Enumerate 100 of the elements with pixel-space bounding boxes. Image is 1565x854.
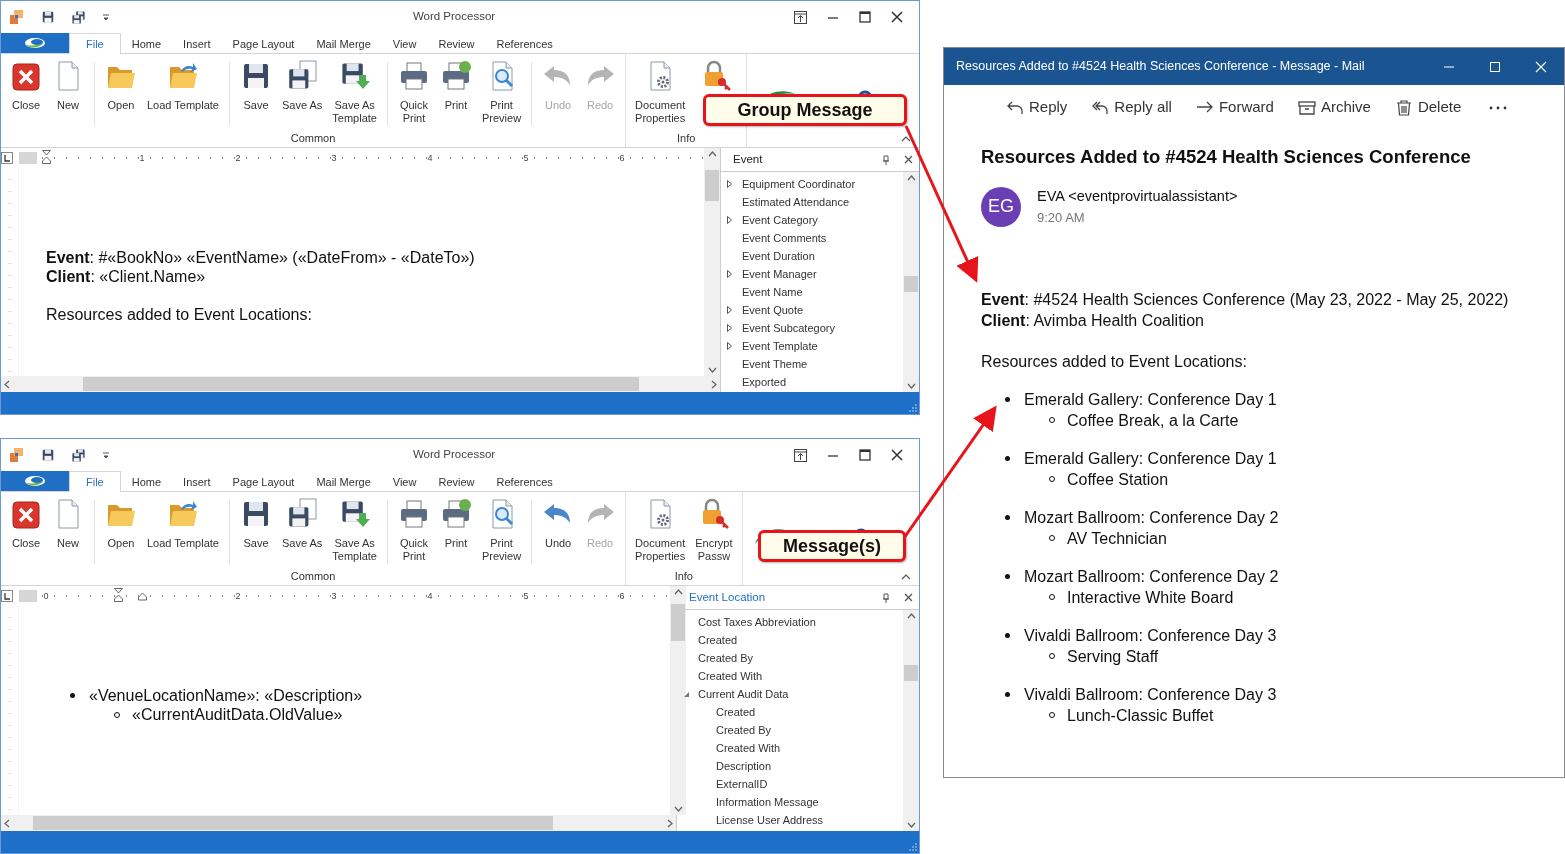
ribbon-tab[interactable]: View <box>381 33 428 53</box>
toolbar-button[interactable]: Reply all <box>1091 96 1172 119</box>
ribbon-tab[interactable]: Review <box>427 471 486 491</box>
toolbar-button[interactable]: Reply <box>1006 96 1068 119</box>
maximize-icon[interactable] <box>859 449 871 461</box>
ribbon-button[interactable]: Encrypt Passw <box>690 498 738 563</box>
ribbon-tab[interactable]: Review <box>427 33 486 53</box>
pin-icon[interactable] <box>882 154 890 165</box>
toolbar-button[interactable]: Delete <box>1394 96 1462 119</box>
collapse-icon[interactable] <box>901 135 911 143</box>
collapse-icon[interactable] <box>901 573 911 581</box>
ribbon-button[interactable]: Open <box>100 60 142 112</box>
field-item[interactable]: Created With <box>716 739 781 757</box>
field-item[interactable]: Event Category <box>742 211 818 229</box>
field-item[interactable]: Event Comments <box>742 229 827 247</box>
ribbon-button[interactable]: Quick Print <box>392 60 435 125</box>
field-item[interactable]: Event Quote <box>742 301 804 319</box>
caret-right-icon[interactable] <box>727 270 732 278</box>
logo-tab[interactable] <box>1 33 69 53</box>
field-item[interactable]: Event Name <box>742 283 803 301</box>
ribbon-display-icon[interactable] <box>794 448 807 462</box>
ribbon-button[interactable]: Quick Print <box>392 498 435 563</box>
ribbon-tab[interactable]: References <box>485 33 564 53</box>
ribbon-tab[interactable]: Page Layout <box>221 33 306 53</box>
field-item[interactable]: Event Duration <box>742 247 815 265</box>
close-icon[interactable] <box>891 11 903 23</box>
ribbon-button[interactable]: New <box>47 60 89 112</box>
field-item[interactable]: Event Template <box>742 337 818 355</box>
app-icon[interactable] <box>9 9 25 25</box>
caret-down-icon[interactable] <box>683 690 690 698</box>
maximize-icon[interactable] <box>859 11 871 23</box>
logo-tab[interactable] <box>1 471 69 491</box>
caret-icon[interactable] <box>102 451 110 459</box>
ribbon-tab[interactable]: Mail Merge <box>305 33 382 53</box>
ribbon-button[interactable]: Save <box>234 60 277 112</box>
ribbon-button[interactable]: Save As Template <box>327 60 382 125</box>
floppy-stack-icon[interactable] <box>71 9 86 25</box>
ribbon-button[interactable]: Print <box>434 60 477 112</box>
close-icon[interactable] <box>904 155 913 164</box>
app-icon[interactable] <box>9 447 25 463</box>
field-item[interactable]: Event Subcategory <box>742 319 835 337</box>
field-item[interactable]: Exported <box>742 373 787 391</box>
field-item[interactable]: Created With <box>698 667 763 685</box>
caret-right-icon[interactable] <box>727 306 732 314</box>
ribbon-tab[interactable]: Home <box>120 33 173 53</box>
floppy-stack-icon[interactable] <box>71 447 86 463</box>
ribbon-button[interactable]: Save As Template <box>327 498 382 563</box>
ribbon-button[interactable]: New <box>47 498 89 550</box>
field-item[interactable]: Description <box>716 757 772 775</box>
field-item[interactable]: Created By <box>698 649 754 667</box>
indent-marker-icon[interactable] <box>42 150 51 164</box>
field-item[interactable]: License User Address <box>716 811 823 829</box>
ribbon-button[interactable]: Save <box>234 498 277 550</box>
caret-right-icon[interactable] <box>727 324 732 332</box>
ribbon-button[interactable]: Open <box>100 498 142 550</box>
ribbon-button[interactable]: Load Template <box>142 60 224 112</box>
field-item[interactable]: Created <box>698 631 738 649</box>
caret-right-icon[interactable] <box>727 342 732 350</box>
ribbon-button[interactable]: Save As <box>276 498 328 550</box>
field-item[interactable]: Information Message <box>716 793 819 811</box>
ribbon-tab[interactable]: File <box>69 471 121 492</box>
caret-icon[interactable] <box>102 13 110 21</box>
ribbon-tab[interactable]: Mail Merge <box>305 471 382 491</box>
ribbon-button[interactable]: Print Preview <box>476 498 527 563</box>
ribbon-button[interactable]: Document Properties <box>630 60 691 125</box>
field-item[interactable]: Estimated Attendance <box>742 193 849 211</box>
field-item[interactable]: Event Theme <box>742 355 808 373</box>
toolbar-button[interactable]: Forward <box>1195 96 1274 119</box>
ribbon-button[interactable]: Load Template <box>142 498 224 550</box>
pin-icon[interactable] <box>882 592 890 603</box>
ribbon-button[interactable]: Close <box>5 60 47 112</box>
field-item[interactable]: Cost Taxes Abbreviation <box>698 613 816 631</box>
ribbon-tab[interactable]: File <box>69 33 121 54</box>
save-icon[interactable] <box>41 448 55 462</box>
save-icon[interactable] <box>41 10 55 24</box>
field-item[interactable]: Created By <box>716 721 772 739</box>
close-icon[interactable] <box>904 593 913 602</box>
ribbon-tab[interactable]: References <box>485 471 564 491</box>
caret-right-icon[interactable] <box>727 180 732 188</box>
field-item[interactable]: Event Manager <box>742 265 817 283</box>
caret-right-icon[interactable] <box>727 216 732 224</box>
ribbon-button[interactable]: Close <box>5 498 47 550</box>
ribbon-button[interactable]: Document Properties <box>630 498 691 563</box>
field-item[interactable]: ExternalID <box>716 775 768 793</box>
ribbon-tab[interactable]: View <box>381 471 428 491</box>
ribbon-button[interactable]: Print <box>434 498 477 550</box>
ribbon-button[interactable]: Save As <box>276 60 328 112</box>
toolbar-button[interactable]: Archive <box>1297 96 1371 119</box>
field-item[interactable]: Current Audit Data <box>698 685 789 703</box>
field-item[interactable]: Created <box>716 703 756 721</box>
ribbon-tab[interactable]: Home <box>120 471 173 491</box>
ribbon-button[interactable]: Undo <box>537 498 580 550</box>
close-icon[interactable] <box>891 449 903 461</box>
ribbon-tab[interactable]: Page Layout <box>221 471 306 491</box>
field-item[interactable]: Equipment Coordinator <box>742 175 856 193</box>
ribbon-button[interactable]: Print Preview <box>476 60 527 125</box>
tab-stop-icon[interactable] <box>1 590 13 602</box>
ribbon-tab[interactable]: Insert <box>172 33 222 53</box>
indent-marker-icon[interactable] <box>114 588 123 602</box>
tab-stop-icon[interactable] <box>1 152 13 164</box>
